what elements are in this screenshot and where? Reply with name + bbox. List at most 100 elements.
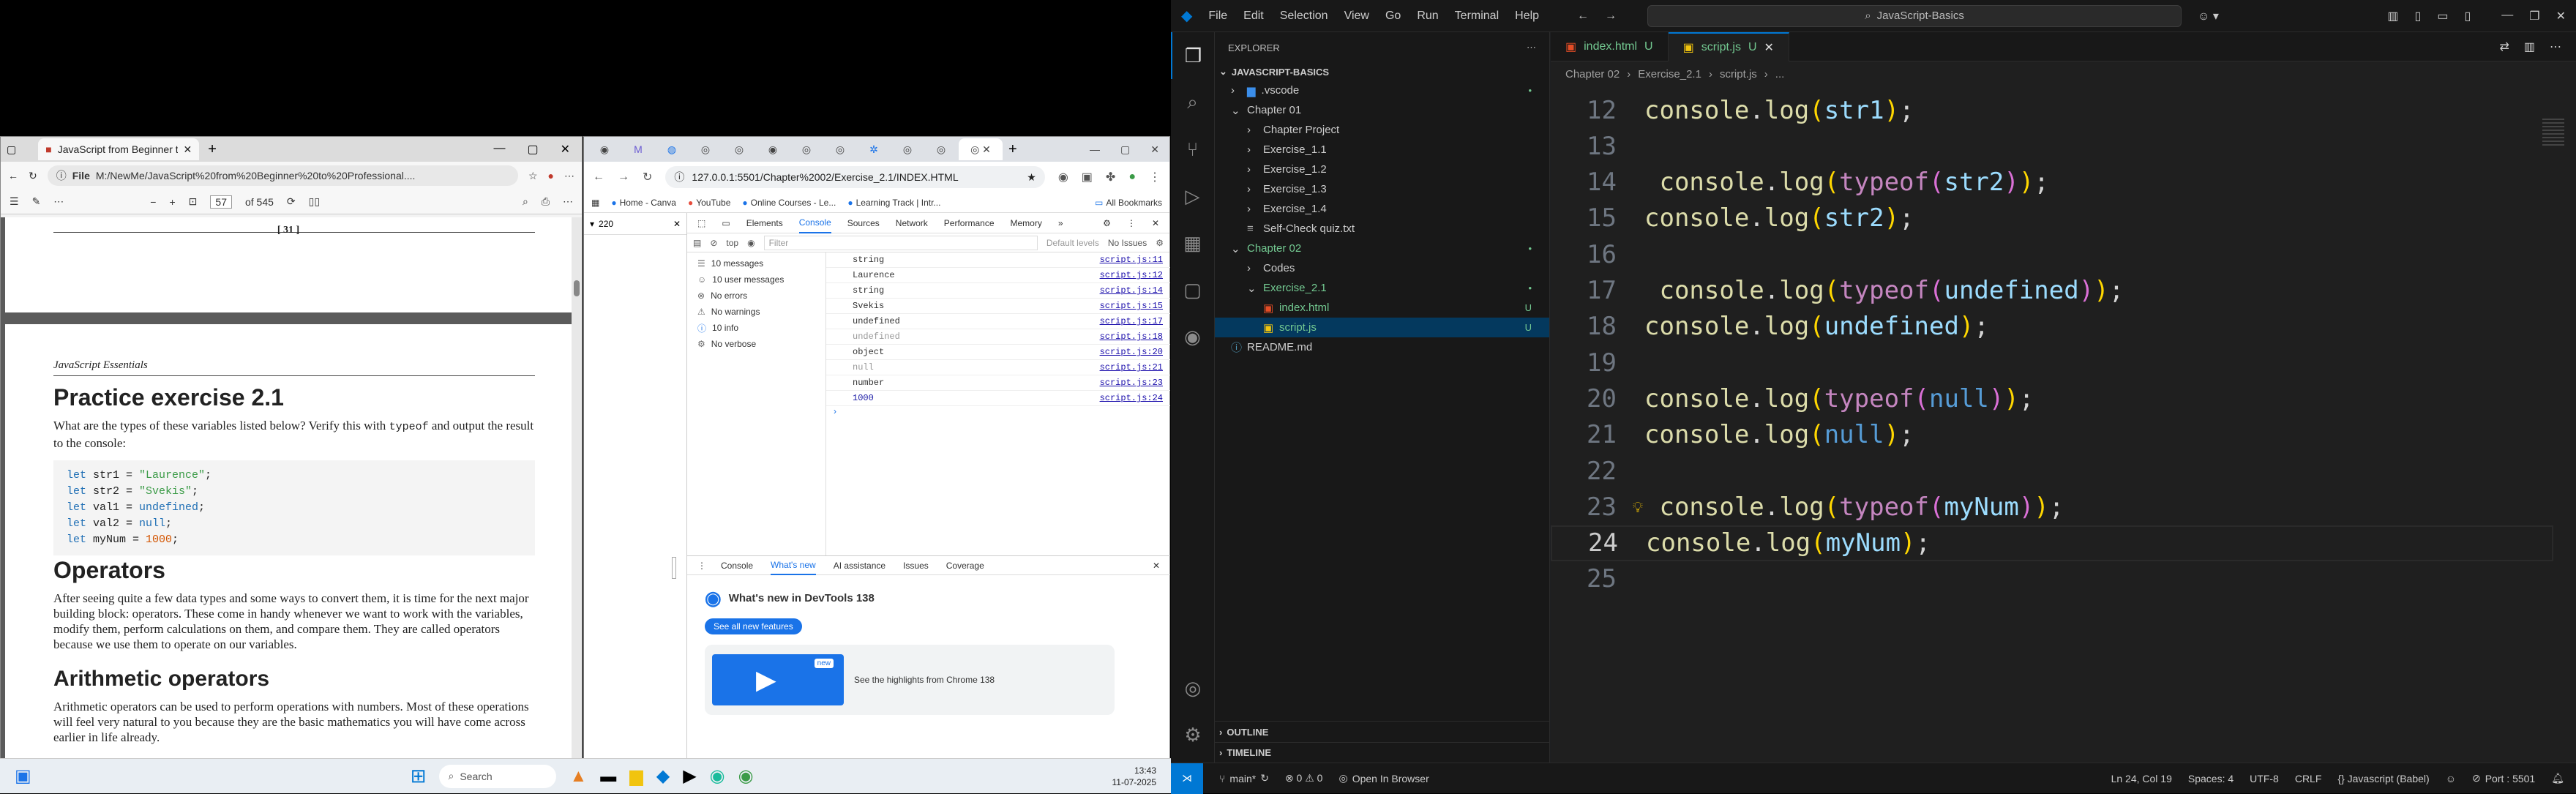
bookmark-item[interactable]: ● YouTube (688, 198, 730, 208)
tree-item[interactable]: ⓘ README.md (1215, 337, 1549, 357)
remote-explorer-icon[interactable]: ▢ (1171, 266, 1214, 313)
context-select[interactable]: top (726, 238, 738, 248)
open-browser-button[interactable]: ◎ Open In Browser (1338, 772, 1429, 784)
tree-item[interactable]: › Exercise_1.4 (1215, 199, 1549, 219)
extensions-icon[interactable]: ▦ (1171, 220, 1214, 266)
devtools-tab-memory[interactable]: Memory (1011, 218, 1042, 228)
cursor-position[interactable]: Ln 24, Col 19 (2111, 773, 2172, 784)
devtools-menu-icon[interactable]: ⋮ (1127, 218, 1136, 228)
drawer-menu-icon[interactable]: ⋮ (697, 561, 706, 571)
puzzle-icon[interactable]: ✤ (1106, 170, 1115, 184)
console-source-link[interactable]: script.js:11 (1100, 255, 1163, 265)
widgets-icon[interactable]: ▣ (15, 765, 31, 787)
extension-eye-icon[interactable]: ◉ (1058, 170, 1068, 184)
back-icon[interactable]: ← (1577, 10, 1589, 23)
tab-favicon-chat[interactable]: ◍ (656, 138, 688, 160)
clear-console-icon[interactable]: ⊘ (710, 238, 717, 248)
branch-indicator[interactable]: ⑂ main* ↻ (1219, 772, 1269, 784)
explorer-more-icon[interactable]: ⋯ (1527, 42, 1536, 53)
pdf-scroll-thumb[interactable] (574, 280, 580, 296)
console-source-link[interactable]: script.js:23 (1100, 378, 1163, 388)
contents-icon[interactable]: ☰ (10, 195, 19, 208)
breadcrumb-item[interactable]: Chapter 02 (1565, 68, 1620, 80)
bookmark-star-icon[interactable]: ★ (1027, 171, 1036, 184)
console-source-link[interactable]: script.js:18 (1100, 332, 1163, 342)
zoom-control[interactable]: ▾ 220 ✕ (584, 213, 686, 235)
account-icon[interactable]: ◎ (1171, 664, 1215, 711)
tab-favicon-globe-4[interactable]: ◎ (824, 138, 856, 160)
tree-item[interactable]: › ▆ .vscode • (1215, 80, 1549, 100)
menu-view[interactable]: View (1344, 10, 1369, 23)
console-sidebar-item[interactable]: ⊗ No errors (687, 288, 825, 304)
pdf-address-field[interactable]: ⓘ File M:/NewMe/JavaScript%20from%20Begi… (47, 165, 518, 186)
toggle-sidebar-icon[interactable]: ▯ (2415, 9, 2422, 23)
devtools-tab-sources[interactable]: Sources (847, 218, 880, 228)
apps-icon[interactable]: ▦ (591, 198, 599, 208)
clock[interactable]: 13:43 11-07-2025 (1112, 765, 1157, 788)
run-debug-icon[interactable]: ▷ (1171, 173, 1214, 220)
workspace-root[interactable]: ⌄ JAVASCRIPT-BASICS (1215, 63, 1549, 80)
file-explorer-icon[interactable]: ▆ (629, 765, 643, 787)
pdf-menu-icon[interactable]: ⋯ (563, 195, 573, 208)
more-tabs-icon[interactable]: » (1058, 218, 1063, 228)
zoom-close-icon[interactable]: ✕ (673, 219, 681, 229)
bookmark-item[interactable]: ▭ All Bookmarks (1095, 198, 1162, 208)
panel-resize-handle[interactable] (672, 557, 676, 579)
zoom-out-icon[interactable]: − (150, 196, 156, 208)
more-tools-icon[interactable]: ⋯ (53, 195, 64, 208)
tab-favicon-github[interactable]: ◉ (588, 138, 621, 160)
search-icon[interactable]: ⌕ (523, 195, 528, 208)
profile-avatar[interactable]: ● (1128, 171, 1136, 184)
menu-file[interactable]: File (1208, 10, 1227, 23)
tab-favicon-globe[interactable]: ◎ (689, 138, 722, 160)
remote-indicator[interactable]: ⋊ (1171, 763, 1203, 794)
tab-favicon-m[interactable]: M (622, 138, 654, 160)
layout-icon[interactable]: ▥ (2387, 9, 2398, 23)
console-sidebar-item[interactable]: ☺ 10 user messages (687, 271, 825, 288)
command-center-search[interactable]: ⌕ JavaScript-Basics (1647, 4, 2182, 27)
notifications-bell-icon[interactable]: 🔔︎ (2551, 772, 2564, 784)
compare-icon[interactable]: ⇄ (2499, 40, 2509, 54)
close-tab-icon[interactable]: ✕ (184, 143, 192, 156)
minimap[interactable] (2532, 86, 2576, 306)
fit-page-icon[interactable]: ⊡ (189, 195, 198, 208)
editor-more-icon[interactable]: ⋯ (2550, 40, 2561, 54)
menu-terminal[interactable]: Terminal (1455, 10, 1499, 23)
zoom-down-icon[interactable]: ▾ (590, 219, 594, 229)
console-sidebar-item[interactable]: ☰ 10 messages (687, 255, 825, 271)
tree-item[interactable]: › Exercise_1.3 (1215, 179, 1549, 199)
two-page-icon[interactable]: ▯▯ (309, 195, 320, 208)
console-prompt[interactable]: › (826, 406, 1170, 421)
menu-selection[interactable]: Selection (1280, 10, 1328, 23)
drawer-tab[interactable]: AI assistance (834, 561, 886, 571)
code-line[interactable]: 23 console.log(typeof(myNum)); 💡︎ (1551, 489, 2553, 525)
console-sidebar-item[interactable]: ⓘ 10 info (687, 320, 825, 336)
indentation[interactable]: Spaces: 4 (2188, 773, 2234, 784)
code-line[interactable]: 24 console.log(myNum); (1551, 525, 2553, 561)
devtools-tab-network[interactable]: Network (896, 218, 928, 228)
menu-help[interactable]: Help (1515, 10, 1539, 23)
edge-taskbar-icon[interactable]: ◉ (710, 765, 725, 787)
explorer-icon[interactable]: ❐ (1171, 32, 1214, 79)
zoom-in-icon[interactable]: + (169, 196, 175, 208)
vscode-taskbar-icon[interactable]: ◆ (656, 765, 670, 787)
tab-favicon-globe-3[interactable]: ◎ (790, 138, 823, 160)
tree-item[interactable]: › Codes (1215, 258, 1549, 278)
more-icon[interactable]: ⋯ (564, 170, 574, 182)
code-line[interactable]: 16 (1551, 236, 2553, 272)
menu-run[interactable]: Run (1417, 10, 1438, 23)
new-tab-button[interactable]: + (208, 141, 217, 158)
active-tab[interactable]: ◎ ✕ (959, 138, 1003, 160)
live-server-port[interactable]: ⊘ Port : 5501 (2472, 772, 2535, 784)
chrome-menu-icon[interactable]: ⋮ (1149, 170, 1161, 184)
tab-favicon-globe-2[interactable]: ◎ (723, 138, 755, 160)
search-icon[interactable]: ⌕ (1171, 79, 1214, 126)
filter-input[interactable]: Filter (763, 235, 1038, 250)
code-line[interactable]: 18 console.log(undefined); (1551, 309, 2553, 345)
console-sidebar-item[interactable]: ⚙ No verbose (687, 336, 825, 352)
see-all-features-button[interactable]: See all new features (705, 618, 802, 634)
bookmark-item[interactable]: ● Online Courses - Le... (742, 198, 836, 208)
forward-icon[interactable]: → (618, 171, 629, 184)
code-line[interactable]: 13 (1551, 128, 2553, 164)
taskbar-search[interactable]: ⌕ Search (439, 764, 557, 788)
